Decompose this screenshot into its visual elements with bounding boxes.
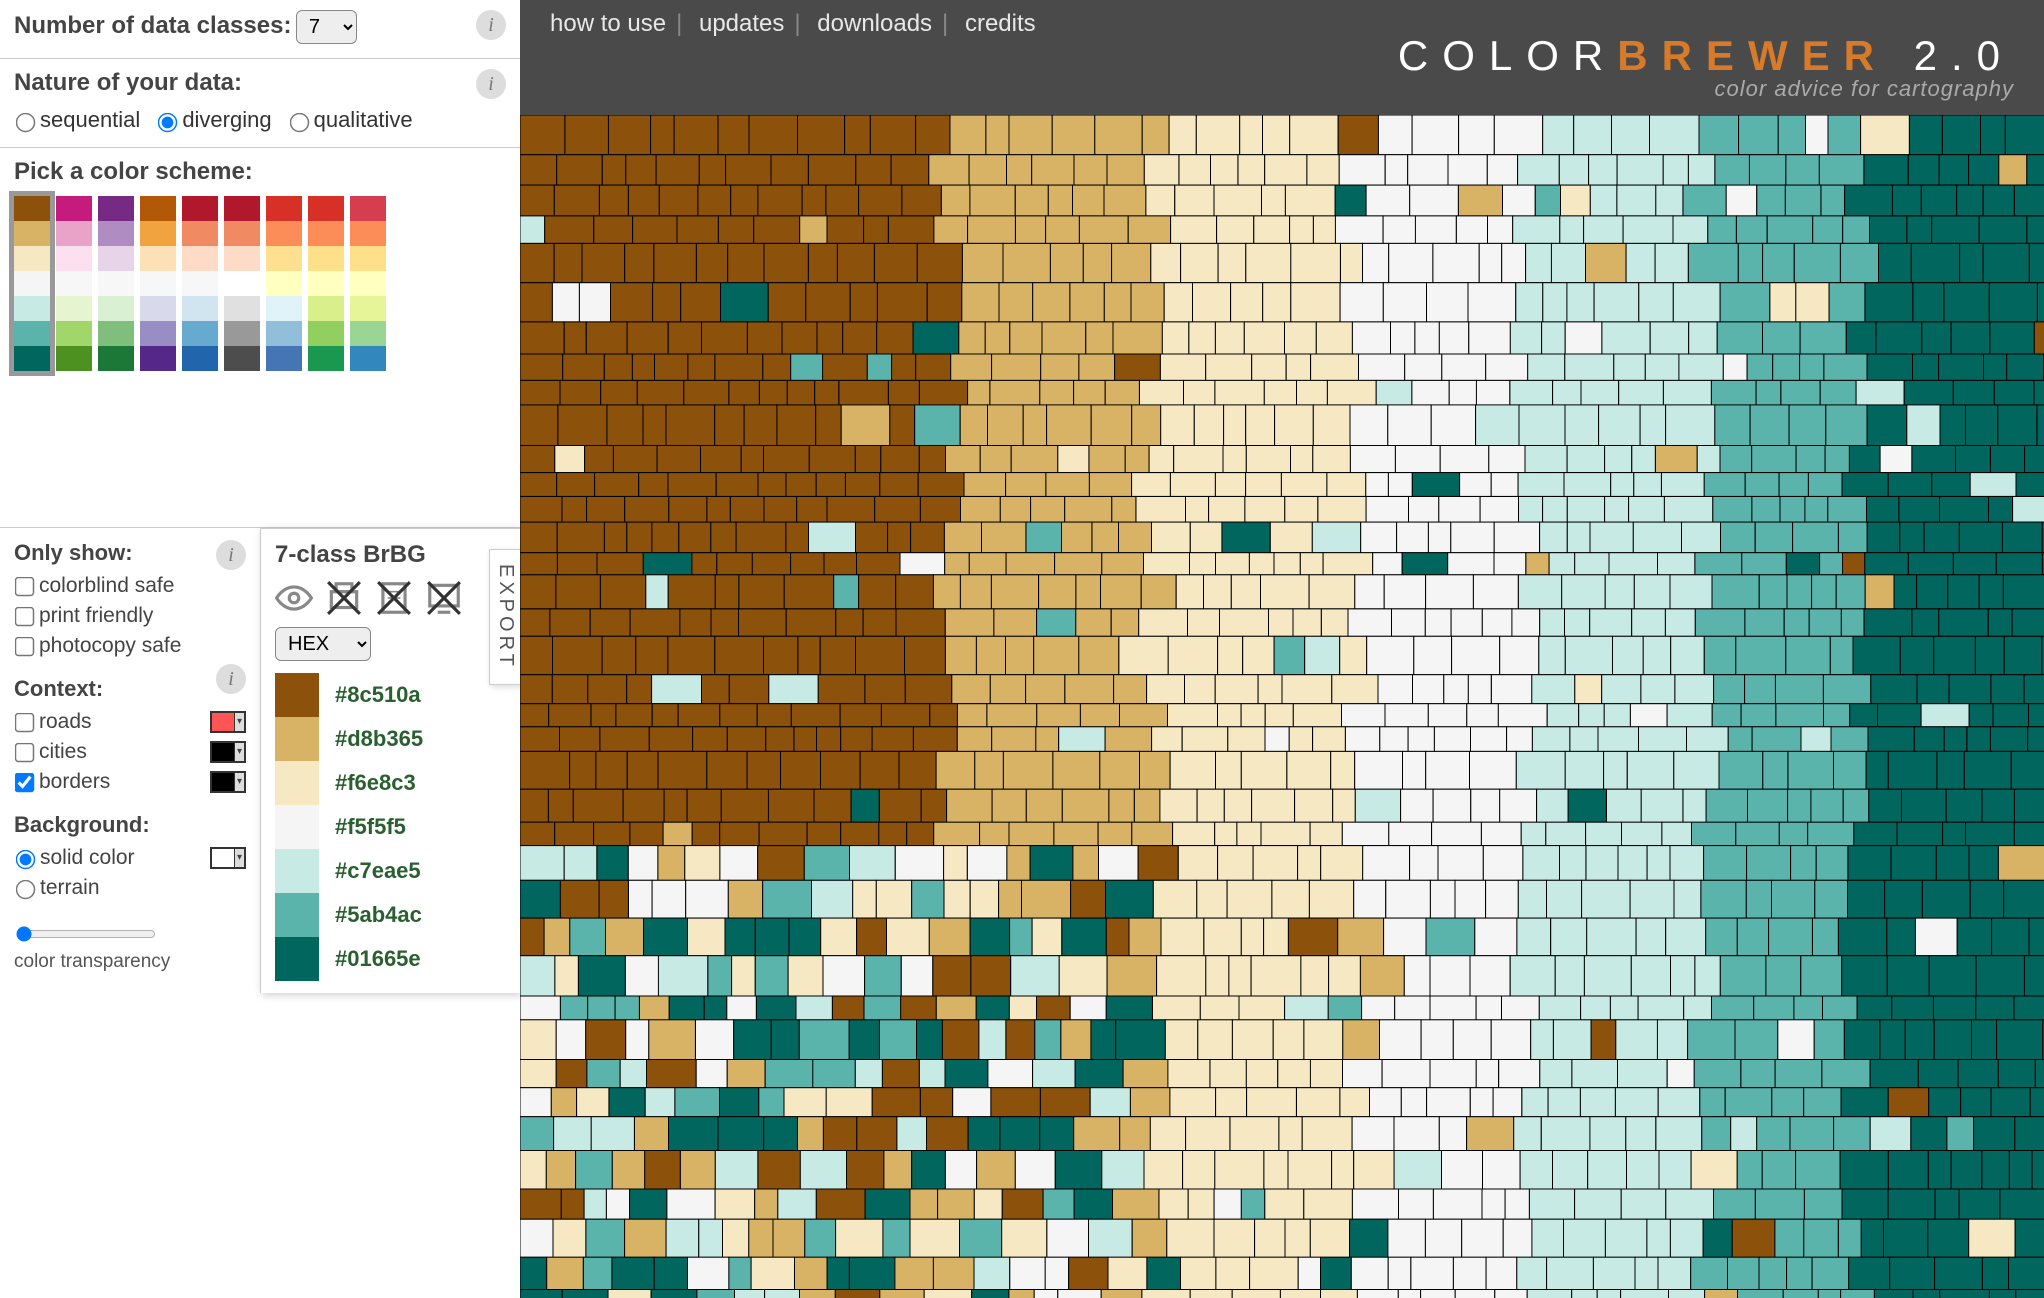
nav-updates[interactable]: updates [699, 10, 784, 37]
scheme-RdYlBu[interactable] [266, 196, 302, 371]
scheme-title: 7-class BrBG [275, 541, 506, 569]
context-borders[interactable]: borders▾ [14, 770, 246, 794]
sidebar: Number of data classes: 3456789101112 i … [0, 0, 520, 1298]
background-terrain[interactable]: terrain [14, 876, 246, 900]
nav-how-to-use[interactable]: how to use [550, 10, 666, 37]
print-icon-disabled [325, 579, 363, 617]
color-picker-roads[interactable]: ▾ [210, 711, 246, 733]
panel-scheme-picker: Pick a color scheme: [0, 148, 520, 528]
filter-photocopy-safe[interactable]: photocopy safe [14, 634, 246, 658]
filter-colorblind-safe[interactable]: colorblind safe [14, 574, 246, 598]
scheme-RdYlGn[interactable] [308, 196, 344, 371]
color-row: #f5f5f5 [275, 805, 506, 849]
bg-color-picker[interactable]: ▾ [210, 847, 246, 869]
num-classes-select[interactable]: 3456789101112 [296, 10, 357, 44]
scheme-PuOr[interactable] [140, 196, 176, 371]
background-label: Background: [14, 812, 246, 838]
color-row: #8c510a [275, 673, 506, 717]
color-row: #c7eae5 [275, 849, 506, 893]
scheme-PRGn[interactable] [98, 196, 134, 371]
nav-credits[interactable]: credits [965, 10, 1036, 37]
logo: COLORBREWER 2.0 color advice for cartogr… [1398, 32, 2014, 102]
nav-downloads[interactable]: downloads [817, 10, 932, 37]
color-picker-cities[interactable]: ▾ [210, 741, 246, 763]
panel-lower: i Only show: colorblind safe print friend… [0, 528, 520, 993]
context-roads[interactable]: roads▾ [14, 710, 246, 734]
logo-part-version: 2.0 [1888, 32, 2014, 79]
logo-part-brewer: BREWER [1617, 32, 1888, 79]
nature-label: Nature of your data: [14, 69, 506, 97]
color-row: #d8b365 [275, 717, 506, 761]
color-format-select[interactable]: HEXRGBCMYK [275, 627, 371, 661]
info-icon[interactable]: i [216, 664, 246, 694]
usability-icons [275, 579, 506, 617]
context-cities[interactable]: cities▾ [14, 740, 246, 764]
filter-print-friendly[interactable]: print friendly [14, 604, 246, 628]
scheme-Spectral[interactable] [350, 196, 386, 371]
scheme-RdBu[interactable] [182, 196, 218, 371]
only-show-label: Only show: [14, 540, 246, 566]
nature-radio-sequential[interactable]: sequential [14, 107, 140, 132]
num-classes-label: Number of data classes: [14, 12, 291, 39]
copy-icon-disabled [375, 579, 413, 617]
export-button[interactable]: EXPORT [489, 549, 522, 685]
color-picker-borders[interactable]: ▾ [210, 771, 246, 793]
app-header: how to use| updates| downloads| credits … [520, 0, 2044, 115]
pick-scheme-label: Pick a color scheme: [14, 158, 506, 186]
eye-icon [275, 579, 313, 617]
color-row: #f6e8c3 [275, 761, 506, 805]
screen-icon-disabled [425, 579, 463, 617]
transparency-label: color transparency [14, 951, 246, 973]
scheme-detail-column: 7-class BrBG EXPORT HEXRGBCMYK #8c510a#d… [260, 528, 520, 993]
background-solid-color[interactable]: solid color▾ [14, 846, 246, 870]
panel-num-classes: Number of data classes: 3456789101112 i [0, 0, 520, 59]
info-icon[interactable]: i [216, 540, 246, 570]
filters-column: i Only show: colorblind safe print friend… [0, 528, 260, 993]
info-icon[interactable]: i [476, 69, 506, 99]
logo-part-color: COLOR [1398, 32, 1617, 79]
color-row: #01665e [275, 937, 506, 981]
color-list: #8c510a#d8b365#f6e8c3#f5f5f5#c7eae5#5ab4… [275, 673, 506, 981]
scheme-PiYG[interactable] [56, 196, 92, 371]
color-row: #5ab4ac [275, 893, 506, 937]
map-preview[interactable] [520, 115, 2044, 1298]
nature-radio-group: sequential diverging qualitative [14, 107, 506, 133]
scheme-RdGy[interactable] [224, 196, 260, 371]
nature-radio-qualitative[interactable]: qualitative [288, 107, 413, 132]
panel-nature: i Nature of your data: sequential divergi… [0, 59, 520, 148]
info-icon[interactable]: i [476, 10, 506, 40]
context-label: Context: [14, 676, 246, 702]
transparency-slider[interactable] [16, 926, 156, 942]
scheme-grid [14, 196, 506, 371]
nature-radio-diverging[interactable]: diverging [156, 107, 271, 132]
scheme-BrBG[interactable] [14, 196, 50, 371]
